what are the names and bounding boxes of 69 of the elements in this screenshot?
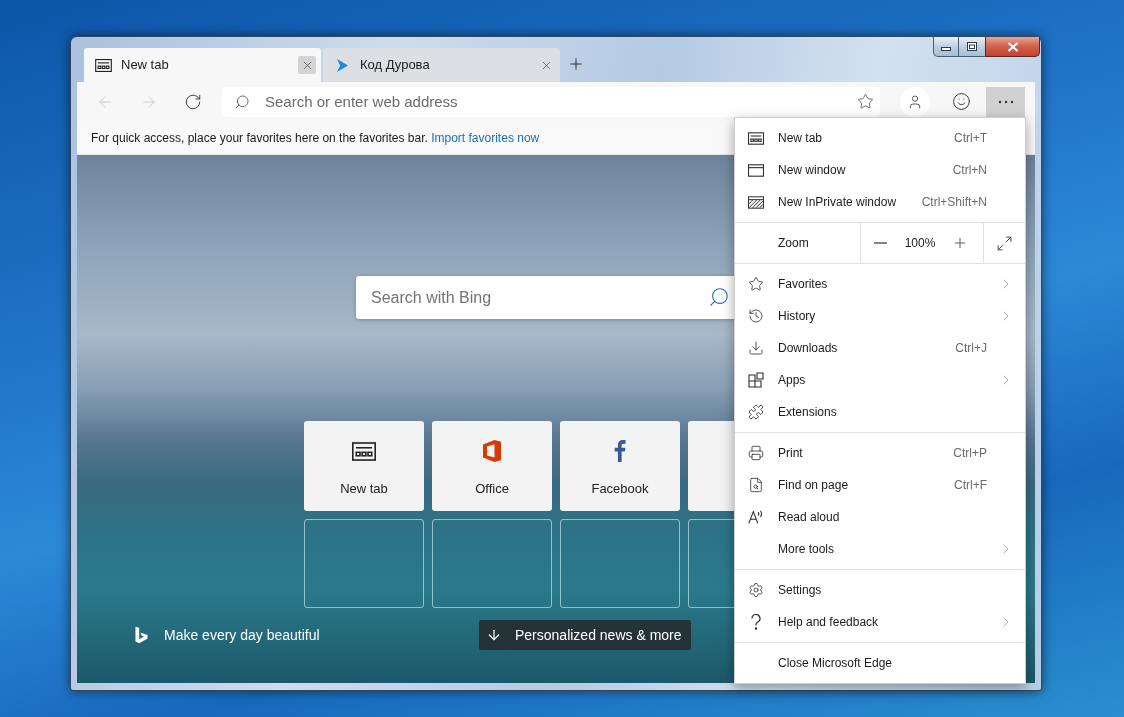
puzzle-piece-icon — [748, 404, 764, 420]
hatched-window-icon — [748, 195, 764, 209]
menu-item[interactable]: Settings — [735, 574, 1025, 606]
menu-item[interactable]: Close Microsoft Edge — [735, 647, 1025, 679]
letter-sound-icon — [748, 509, 764, 525]
menu-item[interactable]: More tools — [735, 533, 1025, 565]
maximize-icon — [967, 42, 977, 51]
diagonal-arrows-icon — [996, 234, 1013, 252]
news-button[interactable]: Personalized news & more — [479, 620, 691, 650]
browser-tab[interactable]: Код Дурова — [323, 48, 560, 82]
smiley-icon — [951, 92, 971, 111]
window-icon — [748, 163, 764, 177]
more-dots-icon — [997, 99, 1014, 104]
clock-arrow-icon — [748, 308, 764, 324]
keyboard-shortcut: Ctrl+P — [953, 445, 987, 462]
menu-item[interactable]: Apps — [735, 364, 1025, 396]
menu-item[interactable]: Downloads Ctrl+J — [735, 332, 1025, 364]
printer-icon — [748, 445, 764, 461]
minus-icon — [874, 242, 887, 244]
page-search-icon — [748, 477, 764, 493]
menu-item[interactable]: Read aloud — [735, 501, 1025, 533]
menu-item[interactable]: New window Ctrl+N — [735, 154, 1025, 186]
apps-grid-icon — [748, 372, 764, 388]
close-tab-button[interactable] — [298, 56, 316, 74]
maximize-button[interactable] — [959, 37, 985, 57]
chevron-favicon-icon — [335, 57, 349, 73]
site-tile[interactable]: Facebook — [560, 421, 680, 511]
settings-icon — [748, 582, 764, 598]
new-tab-icon — [352, 441, 376, 461]
menu-item[interactable]: Extensions — [735, 396, 1025, 428]
keyboard-shortcut: Ctrl+T — [954, 130, 987, 147]
question-mark-icon — [750, 614, 762, 630]
new-tab-icon — [748, 131, 764, 145]
search-icon — [708, 286, 730, 308]
profile-button[interactable] — [900, 86, 930, 117]
person-icon — [907, 93, 923, 110]
keyboard-shortcut: Ctrl+J — [955, 340, 987, 357]
address-bar[interactable]: Search or enter web address — [222, 86, 880, 117]
zoom-label: Zoom — [777, 235, 810, 252]
facebook-logo-icon — [614, 439, 626, 463]
menu-item[interactable]: Help and feedback — [735, 606, 1025, 638]
favorites-bar-message: For quick access, place your favorites here on the favorites bar. Import favorites now — [91, 129, 540, 147]
site-tile[interactable]: Office — [432, 421, 552, 511]
refresh-icon — [184, 92, 202, 111]
minimize-icon — [941, 46, 951, 51]
keyboard-shortcut: Ctrl+N — [952, 162, 987, 179]
keyboard-shortcut: Ctrl+Shift+N — [921, 194, 987, 211]
menu-item[interactable]: New InPrivate window Ctrl+Shift+N — [735, 186, 1025, 218]
plus-icon — [952, 235, 968, 251]
new-tab-icon — [94, 58, 112, 72]
menu-item[interactable]: Print Ctrl+P — [735, 437, 1025, 469]
browser-tab[interactable]: New tab — [84, 48, 321, 82]
star-icon[interactable] — [857, 92, 874, 110]
minimize-button[interactable] — [933, 37, 959, 57]
bing-logo-icon — [135, 626, 148, 644]
tagline-text: Make every day beautiful — [164, 625, 320, 645]
zoom-level: 100% — [903, 235, 937, 252]
import-favorites-link[interactable]: Import favorites now — [431, 130, 540, 145]
keyboard-shortcut: Ctrl+F — [954, 477, 987, 494]
download-icon — [748, 340, 764, 356]
menu-item[interactable]: New tab Ctrl+T — [735, 122, 1025, 154]
star-icon — [748, 276, 764, 292]
office-logo-icon — [482, 439, 502, 463]
plus-icon — [567, 55, 585, 73]
site-tile[interactable]: New tab — [304, 421, 424, 511]
close-icon — [1006, 41, 1019, 52]
menu-item[interactable]: Find on page Ctrl+F — [735, 469, 1025, 501]
window-close-button[interactable] — [985, 37, 1040, 57]
search-icon — [234, 93, 250, 110]
